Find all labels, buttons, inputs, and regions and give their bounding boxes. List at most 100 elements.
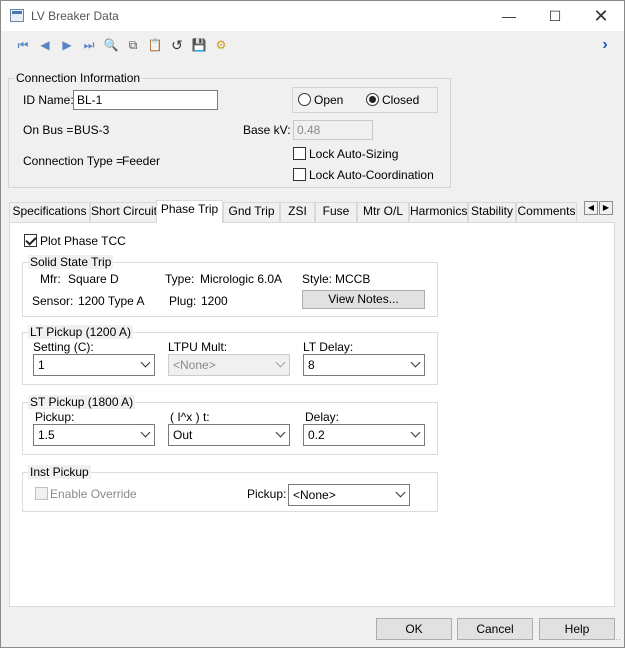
paste-icon[interactable]: 📋 <box>146 36 164 54</box>
connection-type-value: Feeder <box>122 154 161 168</box>
chevron-down-icon <box>410 357 421 368</box>
st-delay-label: Delay: <box>305 410 340 424</box>
tab-short-circuit[interactable]: Short Circuit <box>90 202 157 222</box>
undo-icon[interactable]: ↺ <box>168 36 186 54</box>
plot-phase-tcc-checkbox[interactable] <box>24 234 37 247</box>
closed-label: Closed <box>382 93 420 107</box>
i2t-value: Out <box>173 428 193 442</box>
i2t-label: ( I^x ) t: <box>170 410 210 424</box>
plug-value: 1200 <box>201 294 228 308</box>
chevron-down-icon <box>140 357 151 368</box>
st-pickup-select[interactable]: 1.5 <box>33 424 155 446</box>
tab-scroll-right-icon[interactable]: ▶ <box>599 201 613 215</box>
tab-gnd-trip[interactable]: Gnd Trip <box>223 202 280 222</box>
closed-radio[interactable] <box>366 93 379 106</box>
help-button[interactable]: Help <box>539 618 615 640</box>
library-settings-icon[interactable]: ⚙ <box>212 36 230 54</box>
style-value: MCCB <box>335 272 371 286</box>
tab-comments[interactable]: Comments <box>516 202 577 222</box>
lt-setting-select[interactable]: 1 <box>33 354 155 376</box>
mfr-label: Mfr: <box>40 272 61 286</box>
type-label: Type: <box>165 272 195 286</box>
ltpu-mult-select: <None> <box>168 354 290 376</box>
inst-pickup-field-label: Pickup: <box>247 487 287 501</box>
tab-scroll-left-icon[interactable]: ◀ <box>584 201 598 215</box>
on-bus-value: BUS-3 <box>74 123 110 137</box>
sensor-value: 1200 Type A <box>78 294 145 308</box>
expand-icon[interactable]: › <box>596 36 614 54</box>
sensor-label: Sensor: <box>32 294 74 308</box>
open-radio[interactable] <box>298 93 311 106</box>
close-icon[interactable]: ✕ <box>578 1 624 31</box>
base-kv-label: Base kV: <box>243 123 291 137</box>
chevron-down-icon <box>275 357 286 368</box>
plug-label: Plug: <box>169 294 197 308</box>
st-pickup-label: ST Pickup (1800 A) <box>28 395 136 409</box>
chevron-down-icon <box>410 427 421 438</box>
inst-pickup-value: <None> <box>293 488 336 502</box>
i2t-select[interactable]: Out <box>168 424 290 446</box>
lt-delay-select[interactable]: 8 <box>303 354 425 376</box>
solid-state-trip-label: Solid State Trip <box>28 255 114 269</box>
lt-delay-value: 8 <box>308 358 315 372</box>
lt-delay-label: LT Delay: <box>303 340 354 354</box>
dialog-window: LV Breaker Data — ☐ ✕ ⏮ ◀ ▶ ⏭ 🔍 ⧉ 📋 ↺ 💾 … <box>0 0 625 648</box>
save-library-icon[interactable]: 💾 <box>190 36 208 54</box>
phase-trip-panel: Plot Phase TCC Solid State Trip Mfr: Squ… <box>9 222 615 607</box>
enable-override-label: Enable Override <box>50 487 137 501</box>
view-notes-button[interactable]: View Notes... <box>302 290 425 309</box>
title-bar[interactable]: LV Breaker Data — ☐ ✕ <box>1 1 624 31</box>
lock-auto-coordination-checkbox[interactable] <box>293 168 306 181</box>
lock-auto-coordination-label: Lock Auto-Coordination <box>309 168 434 182</box>
chevron-down-icon <box>395 487 406 498</box>
id-name-field[interactable]: BL-1 <box>73 90 218 110</box>
lock-auto-sizing-checkbox[interactable] <box>293 147 306 160</box>
base-kv-field: 0.48 <box>293 120 373 140</box>
ltpu-mult-label: LTPU Mult: <box>168 340 228 354</box>
tab-stability[interactable]: Stability <box>468 202 516 222</box>
mfr-value: Square D <box>68 272 119 286</box>
tab-specifications[interactable]: Specifications <box>9 202 90 222</box>
lt-setting-label: Setting (C): <box>33 340 94 354</box>
window-title: LV Breaker Data <box>31 9 119 23</box>
type-value: Micrologic 6.0A <box>200 272 283 286</box>
st-pickup-field-label: Pickup: <box>35 410 75 424</box>
tab-phase-trip[interactable]: Phase Trip <box>156 200 223 223</box>
resize-grip-icon[interactable]: ⋯ <box>612 634 621 645</box>
last-record-icon[interactable]: ⏭ <box>80 36 98 54</box>
tab-zsi[interactable]: ZSI <box>280 202 315 222</box>
st-delay-value: 0.2 <box>308 428 325 442</box>
inst-pickup-select[interactable]: <None> <box>288 484 410 506</box>
st-pickup-value: 1.5 <box>38 428 55 442</box>
id-name-label: ID Name: <box>23 93 74 107</box>
plot-phase-tcc-label: Plot Phase TCC <box>40 234 126 248</box>
lock-auto-sizing-label: Lock Auto-Sizing <box>309 147 399 161</box>
app-icon <box>10 9 24 22</box>
chevron-down-icon <box>140 427 151 438</box>
open-label: Open <box>314 93 344 107</box>
previous-record-icon[interactable]: ◀ <box>36 36 54 54</box>
next-record-icon[interactable]: ▶ <box>58 36 76 54</box>
tab-mtr-ol[interactable]: Mtr O/L <box>357 202 409 222</box>
maximize-icon[interactable]: ☐ <box>532 1 578 31</box>
inst-pickup-label: Inst Pickup <box>28 465 91 479</box>
ltpu-mult-value: <None> <box>173 358 216 372</box>
tab-fuse[interactable]: Fuse <box>315 202 357 222</box>
on-bus-label: On Bus = <box>23 123 74 137</box>
tab-harmonics[interactable]: Harmonics <box>409 202 468 222</box>
toolbar: ⏮ ◀ ▶ ⏭ 🔍 ⧉ 📋 ↺ 💾 ⚙ › <box>1 31 624 59</box>
minimize-icon[interactable]: — <box>486 1 532 31</box>
copy-icon[interactable]: ⧉ <box>124 36 142 54</box>
lt-pickup-label: LT Pickup (1200 A) <box>28 325 133 339</box>
st-delay-select[interactable]: 0.2 <box>303 424 425 446</box>
connection-type-label: Connection Type = <box>23 154 124 168</box>
ok-button[interactable]: OK <box>376 618 452 640</box>
find-icon[interactable]: 🔍 <box>102 36 120 54</box>
lt-setting-value: 1 <box>38 358 45 372</box>
chevron-down-icon <box>275 427 286 438</box>
style-label: Style: <box>302 272 333 286</box>
connection-info-label: Connection Information <box>14 71 143 85</box>
cancel-button[interactable]: Cancel <box>457 618 533 640</box>
first-record-icon[interactable]: ⏮ <box>14 36 32 54</box>
enable-override-checkbox <box>35 487 48 500</box>
